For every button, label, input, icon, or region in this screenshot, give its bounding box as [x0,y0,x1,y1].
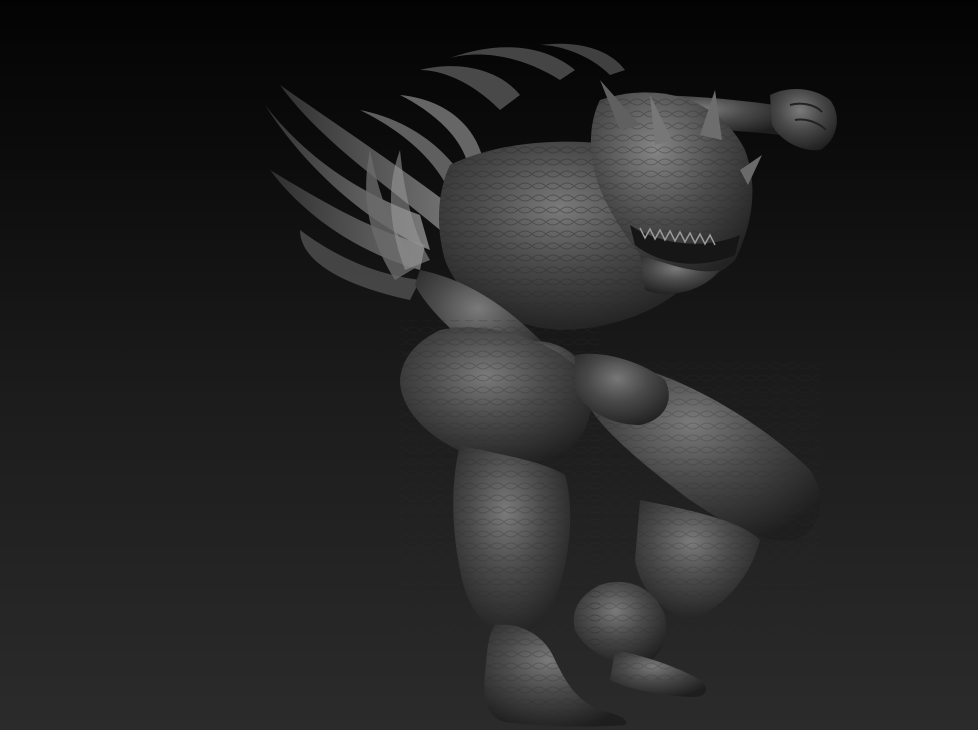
3d-viewport[interactable] [0,0,978,730]
sculpt-model[interactable] [0,0,978,730]
